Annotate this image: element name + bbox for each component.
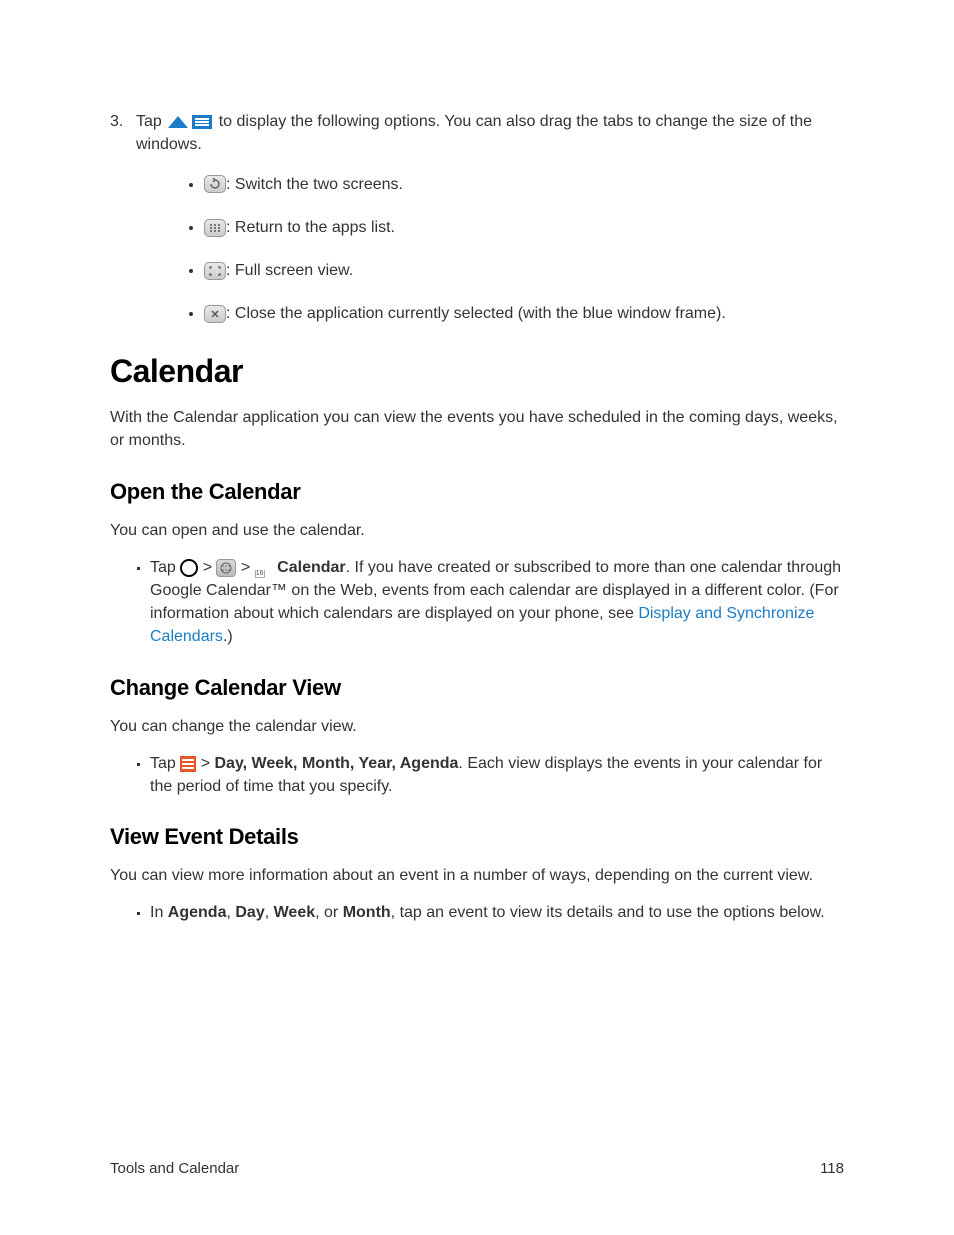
change-intro: You can change the calendar view. [110,715,844,738]
home-circle-icon [180,559,198,577]
option-return-text: : Return to the apps list. [226,219,395,236]
apps-grid-icon [216,559,236,577]
heading-view-details: View Event Details [110,824,844,850]
details-intro: You can view more information about an e… [110,864,844,887]
open-bullet: Tap > > 16 Calendar. If you have created… [150,556,844,649]
footer-page-number: 118 [820,1160,844,1177]
step-text-pre: Tap [136,113,166,130]
step-text-post: to display the following options. You ca… [136,113,812,153]
option-switch: : Switch the two screens. [204,173,844,196]
step-number: 3. [110,110,123,133]
heading-change-view: Change Calendar View [110,675,844,701]
details-post: , tap an event to view its details and t… [391,904,825,921]
document-page: 3. Tap to display the following options.… [0,0,954,925]
c2: , [265,904,274,921]
v-week: Week [274,904,316,921]
option-fullscreen: : Full screen view. [204,259,844,282]
gt2: > [236,559,254,576]
step-3: 3. Tap to display the following options.… [110,110,844,325]
step-list: 3. Tap to display the following options.… [110,110,844,325]
fullscreen-icon [204,262,226,280]
option-return: : Return to the apps list. [204,216,844,239]
open-post2: .) [223,628,233,645]
footer-section: Tools and Calendar [110,1160,239,1177]
change-views: Day, Week, Month, Year, Agenda [214,755,458,772]
v-month: Month [343,904,391,921]
menu-icon [180,756,196,772]
details-list: In Agenda, Day, Week, or Month, tap an e… [110,901,844,924]
change-gt: > [196,755,214,772]
page-footer: Tools and Calendar 118 [110,1160,844,1177]
option-close: : Close the application currently select… [204,302,844,325]
close-icon [204,305,226,323]
change-bullet: Tap > Day, Week, Month, Year, Agenda. Ea… [150,752,844,798]
gt1: > [198,559,216,576]
switch-icon [204,175,226,193]
open-list: Tap > > 16 Calendar. If you have created… [110,556,844,649]
apps-list-icon [204,219,226,237]
change-list: Tap > Day, Week, Month, Year, Agenda. Ea… [110,752,844,798]
step-3-options: : Switch the two screens. : Return to th… [136,173,844,326]
option-full-text: : Full screen view. [226,262,353,279]
details-bullet: In Agenda, Day, Week, or Month, tap an e… [150,901,844,924]
details-pre: In [150,904,168,921]
open-intro: You can open and use the calendar. [110,519,844,542]
v-day: Day [235,904,264,921]
calendar-app-icon: 16 [255,559,273,577]
tab-list-icon [192,110,212,133]
open-pre: Tap [150,559,180,576]
c3: , or [315,904,343,921]
heading-calendar: Calendar [110,353,844,390]
v-agenda: Agenda [168,904,227,921]
open-cal-label: Calendar [277,559,345,576]
option-close-text: : Close the application currently select… [226,305,726,322]
change-pre: Tap [150,755,180,772]
calendar-intro: With the Calendar application you can vi… [110,406,844,452]
tab-house-icon [168,110,188,133]
option-switch-text: : Switch the two screens. [226,176,403,193]
heading-open-calendar: Open the Calendar [110,479,844,505]
